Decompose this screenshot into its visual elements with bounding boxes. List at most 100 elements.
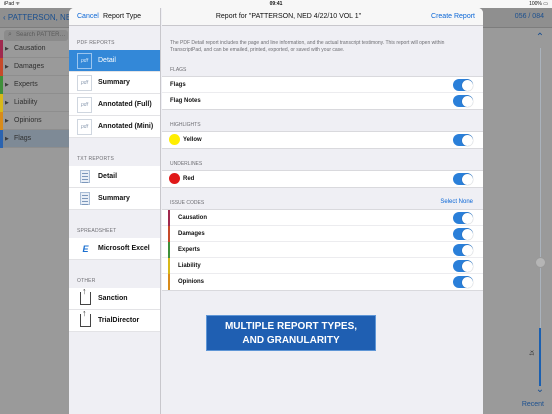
report-modal: Cancel Report Type PDF REPORTS pdf Detai… <box>69 8 483 414</box>
search-placeholder: Search PATTER… <box>16 32 66 38</box>
issue-codes-heading: ISSUE CODES <box>170 200 205 206</box>
background-issue-experts[interactable]: ▶ Experts <box>0 76 70 94</box>
text-file-icon <box>80 170 90 183</box>
issue-color-bar <box>168 258 170 274</box>
report-type-txt-summary[interactable]: Summary <box>69 188 160 210</box>
report-type-txt-detail[interactable]: Detail <box>69 166 160 188</box>
yellow-swatch-icon <box>169 134 180 145</box>
report-type-label: TrialDirector <box>98 317 140 324</box>
pdf-file-icon: pdf <box>77 97 92 113</box>
report-type-label: Detail <box>98 173 118 180</box>
causation-toggle[interactable] <box>453 212 473 224</box>
issue-color-bar <box>0 130 3 148</box>
option-label: Causation <box>178 215 208 221</box>
report-type-pdf-summary[interactable]: pdf Summary <box>69 72 160 94</box>
recent-button[interactable]: Recent <box>522 401 544 408</box>
issue-color-bar <box>168 210 170 226</box>
report-title: Report for "PATTERSON, NED 4/22/10 VOL 1… <box>215 13 362 20</box>
status-battery: 100% ▭ <box>529 1 548 7</box>
issue-color-bar <box>0 40 3 58</box>
liability-toggle[interactable] <box>453 260 473 272</box>
section-header-pdf: PDF REPORTS <box>77 40 115 46</box>
report-type-nav: Cancel Report Type <box>69 8 160 26</box>
background-issue-causation[interactable]: ▶ Causation <box>0 40 70 58</box>
flags-toggle[interactable] <box>453 79 473 91</box>
scroll-up-icon[interactable]: ⌃ <box>534 32 546 44</box>
section-header-underlines: UNDERLINES <box>170 161 203 167</box>
issue-color-bar <box>0 112 3 130</box>
option-row-causation: Causation <box>162 210 483 226</box>
background-issue-flags[interactable]: ▶ Flags <box>0 130 70 148</box>
issue-label: Damages <box>14 63 44 70</box>
report-type-excel[interactable]: E Microsoft Excel <box>69 238 160 260</box>
option-row-flags: Flags <box>162 77 483 93</box>
disclosure-triangle-icon: ▶ <box>5 82 9 88</box>
report-type-label: Sanction <box>98 295 128 302</box>
background-issue-damages[interactable]: ▶ Damages <box>0 58 70 76</box>
option-row-flag-notes: Flag Notes <box>162 93 483 109</box>
report-type-pdf-annotated-mini[interactable]: pdf Annotated (Mini) <box>69 116 160 138</box>
excel-icon: E <box>82 244 89 254</box>
option-row-red: Red <box>162 171 483 187</box>
report-type-label: Detail <box>98 57 116 64</box>
issue-color-bar <box>0 94 3 112</box>
option-label: Flags <box>170 82 186 88</box>
option-label: Experts <box>178 247 201 253</box>
background-back-button[interactable]: ‹ PATTERSON, NED <box>3 13 77 22</box>
promo-line-2: AND GRANULARITY <box>242 335 340 346</box>
report-type-sanction[interactable]: Sanction <box>69 286 160 310</box>
report-type-label: Summary <box>98 195 130 202</box>
option-label: Opinions <box>178 279 204 285</box>
red-swatch-icon <box>169 173 180 184</box>
scroll-down-icon[interactable]: ⌄ <box>534 384 546 396</box>
issue-color-bar <box>168 274 170 290</box>
report-type-label: Annotated (Full) <box>98 101 152 108</box>
report-type-pdf-annotated-full[interactable]: pdf Annotated (Full) <box>69 94 160 116</box>
pdf-file-icon: pdf <box>77 53 92 69</box>
issue-label: Flags <box>14 135 32 142</box>
section-header-flags: FLAGS <box>170 67 187 73</box>
cancel-button[interactable]: Cancel <box>77 13 99 20</box>
report-options-pane: Report for "PATTERSON, NED 4/22/10 VOL 1… <box>162 8 483 414</box>
issue-codes-group: Causation Damages Experts Liability Opin <box>162 209 483 291</box>
option-label: Red <box>183 176 195 182</box>
section-header-highlights: HIGHLIGHTS <box>170 122 201 128</box>
opinions-toggle[interactable] <box>453 276 473 288</box>
option-row-damages: Damages <box>162 226 483 242</box>
pdf-file-icon: pdf <box>77 119 92 135</box>
issue-color-bar <box>0 76 3 94</box>
report-description: The PDF Detail report includes the page … <box>170 40 445 53</box>
create-report-button[interactable]: Create Report <box>431 13 475 20</box>
select-none-button[interactable]: Select None <box>440 199 473 205</box>
report-type-pane: Cancel Report Type PDF REPORTS pdf Detai… <box>69 8 161 414</box>
background-issue-list: ▶ Causation ▶ Damages ▶ Experts ▶ Liability … <box>0 40 70 148</box>
highlights-group: Yellow <box>162 131 483 149</box>
page-slider-knob[interactable] <box>535 257 546 268</box>
background-issue-liability[interactable]: ▶ Liability <box>0 94 70 112</box>
page-slider-fill <box>539 328 541 386</box>
report-type-label: Summary <box>98 79 130 86</box>
option-label: Flag Notes <box>170 98 201 104</box>
pdf-file-icon: pdf <box>77 75 92 91</box>
disclosure-triangle-icon: ▶ <box>5 64 9 70</box>
report-type-trialdirector[interactable]: TrialDirector <box>69 308 160 332</box>
issue-color-bar <box>168 242 170 258</box>
underlines-group: Red <box>162 170 483 188</box>
report-options-nav: Report for "PATTERSON, NED 4/22/10 VOL 1… <box>162 8 483 26</box>
status-time: 09:41 <box>269 1 283 7</box>
damages-toggle[interactable] <box>453 228 473 240</box>
report-type-title: Report Type <box>103 13 142 20</box>
section-header-other: OTHER <box>77 278 96 284</box>
option-row-liability: Liability <box>162 258 483 274</box>
flag-notes-toggle[interactable] <box>453 95 473 107</box>
option-label: Liability <box>178 263 201 269</box>
section-header-txt: TXT REPORTS <box>77 156 115 162</box>
experts-toggle[interactable] <box>453 244 473 256</box>
disclosure-triangle-icon: ▶ <box>5 46 9 52</box>
option-label: Yellow <box>183 137 202 143</box>
red-underline-toggle[interactable] <box>453 173 473 185</box>
background-issue-opinions[interactable]: ▶ Opinions <box>0 112 70 130</box>
yellow-highlight-toggle[interactable] <box>453 134 473 146</box>
report-type-pdf-detail[interactable]: pdf Detail <box>69 50 160 72</box>
share-icon <box>80 308 91 327</box>
